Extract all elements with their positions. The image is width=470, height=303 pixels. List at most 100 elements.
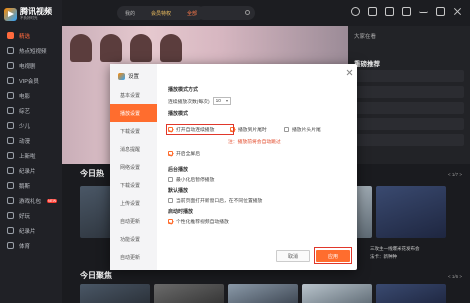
play-logo-icon (4, 7, 17, 21)
doc-icon (7, 167, 14, 174)
menu-icon[interactable] (402, 7, 411, 16)
sidebar-item-label: 精选 (19, 33, 31, 40)
sidebar-item-featured[interactable]: 精选 (0, 28, 62, 43)
video-thumb[interactable] (154, 284, 224, 303)
continuous-select[interactable]: 10 (212, 97, 231, 105)
sidebar-item-label: 电视剧 (19, 63, 36, 70)
list-item[interactable] (354, 70, 464, 82)
section-heading: 启动时播放 (168, 209, 194, 215)
history-icon[interactable] (385, 7, 394, 16)
sidebar-item-new[interactable]: 上新啦 (0, 148, 62, 163)
doc-icon (7, 227, 14, 234)
ball-icon (7, 242, 14, 249)
settings-title-text: 设置 (128, 74, 140, 80)
settings-menu-item[interactable]: 下载设置 (110, 122, 157, 140)
focus-thumbs (80, 284, 446, 303)
settings-menu-item[interactable]: 自动更新 (110, 212, 157, 230)
sidebar-item-anime[interactable]: 动漫 (0, 133, 62, 148)
sidebar-item-tv[interactable]: 电视剧 (0, 58, 62, 73)
sidebar-item-documentary-2[interactable]: 纪录片 (0, 223, 62, 238)
checkbox-label: 当前页面打开新窗口后，在不同位置播放 (176, 199, 263, 204)
sidebar-item-movie[interactable]: 电影 (0, 88, 62, 103)
personalized-autoplay-checkbox[interactable] (168, 219, 173, 224)
sidebar-item-vip[interactable]: VIP会员 (0, 73, 62, 88)
hint-note: 注：播放前将会自动跳过 (228, 140, 281, 145)
section-heading: 默认播放 (168, 188, 189, 194)
highlight-box (166, 124, 234, 135)
pager-hot[interactable]: < 1/7 > (448, 172, 462, 177)
tv-icon (7, 62, 14, 69)
sidebar-item-variety[interactable]: 综艺 (0, 103, 62, 118)
settings-menu-item[interactable]: 自动更新 (110, 248, 157, 266)
list-item[interactable] (354, 102, 464, 114)
video-thumb[interactable] (376, 186, 446, 238)
recommend-panel: 大家在看 重磅推荐 (348, 26, 470, 164)
sidebar-item-label: 体育 (19, 243, 31, 250)
checkbox-label: 播放片头片尾 (292, 128, 321, 133)
checkbox-label: 最小化后暂停播放 (176, 178, 215, 183)
video-thumb[interactable] (376, 284, 446, 303)
app-logo[interactable]: 腾讯视频 不负好时光 (4, 6, 60, 22)
sidebar-item-kids[interactable]: 少儿 (0, 118, 62, 133)
avatar[interactable] (351, 7, 360, 16)
logo-title: 腾讯视频 (20, 6, 52, 16)
list-item[interactable] (354, 86, 464, 98)
section-title-hot: 今日热 (80, 169, 104, 178)
sidebar-item-fun[interactable]: 好玩 (0, 208, 62, 223)
new-window-checkbox[interactable] (168, 198, 173, 203)
settings-menu: 基本设置 播放设置 下载设置 消息提醒 网络设置 下载设置 上传设置 自动更新 … (110, 86, 157, 266)
sidebar-item-label: 综艺 (19, 108, 31, 115)
sidebar-item-game-gift[interactable]: 游戏礼包 NEW (0, 193, 62, 208)
maximize-icon[interactable] (436, 7, 445, 16)
fullscreen-checkbox[interactable] (168, 151, 173, 156)
search-icon[interactable] (245, 10, 250, 15)
pager-focus[interactable]: < 1/6 > (448, 274, 462, 279)
kids-icon (7, 122, 14, 129)
smile-icon (7, 212, 14, 219)
panel-title: 重磅推荐 (354, 61, 380, 68)
gift-icon (7, 197, 14, 204)
film-icon (7, 92, 14, 99)
continuous-value: 10 (215, 98, 221, 104)
continuous-label: 连续播放次数(每次) (168, 99, 210, 105)
skip-intro-checkbox[interactable] (284, 127, 289, 132)
sidebar-item-label: 纪录片 (19, 228, 36, 235)
settings-menu-item[interactable]: 上传设置 (110, 194, 157, 212)
checkbox-label: 开启全屏后 (176, 152, 200, 157)
tab-vip[interactable]: 会员特权 (143, 6, 179, 20)
sidebar-item-label: 少儿 (19, 123, 31, 130)
sidebar-item-documentary[interactable]: 纪录片 (0, 163, 62, 178)
chevron-down-icon (225, 100, 228, 102)
minimize-pause-checkbox[interactable] (168, 177, 173, 182)
sidebar-item-label: 动漫 (19, 138, 31, 145)
checkbox-label: 个性化推荐视频自动播放 (176, 220, 229, 225)
settings-menu-item[interactable]: 下载设置 (110, 176, 157, 194)
top-bar: 我的 会员特权 全部 (62, 0, 470, 26)
settings-menu-item[interactable]: 消息提醒 (110, 140, 157, 158)
upload-icon[interactable] (368, 7, 377, 16)
settings-menu-item[interactable]: 功能设置 (110, 230, 157, 248)
tab-mine[interactable]: 我的 (117, 6, 143, 20)
sidebar-item-hot-shorts[interactable]: 热点短视频 (0, 43, 62, 58)
settings-menu-item[interactable]: 基本设置 (110, 86, 157, 104)
section-heading: 后台播放 (168, 167, 189, 173)
search-input[interactable] (197, 6, 255, 20)
app-icon (118, 72, 125, 80)
close-icon[interactable] (346, 69, 352, 75)
mic-icon (7, 107, 14, 114)
minimize-icon[interactable] (419, 7, 428, 13)
cancel-button[interactable]: 取消 (276, 250, 310, 262)
sidebar-item-label: 上新啦 (19, 153, 36, 160)
settings-menu-item[interactable]: 网络设置 (110, 158, 157, 176)
sidebar-item-sports[interactable]: 体育 (0, 238, 62, 253)
settings-menu-item-active[interactable]: 播放设置 (110, 104, 157, 122)
sidebar-nav: 精选 热点短视频 电视剧 VIP会员 电影 综艺 少儿 动漫 上新啦 纪录片 鹅… (0, 28, 62, 253)
close-icon[interactable] (453, 7, 462, 16)
video-thumb[interactable] (80, 284, 150, 303)
sidebar: 腾讯视频 不负好时光 精选 热点短视频 电视剧 VIP会员 电影 综艺 少儿 动… (0, 0, 62, 303)
video-thumb[interactable] (302, 284, 372, 303)
list-item[interactable] (354, 118, 464, 130)
sidebar-item-goose[interactable]: 鹅斯 (0, 178, 62, 193)
video-thumb[interactable] (228, 284, 298, 303)
list-item[interactable] (354, 134, 464, 146)
